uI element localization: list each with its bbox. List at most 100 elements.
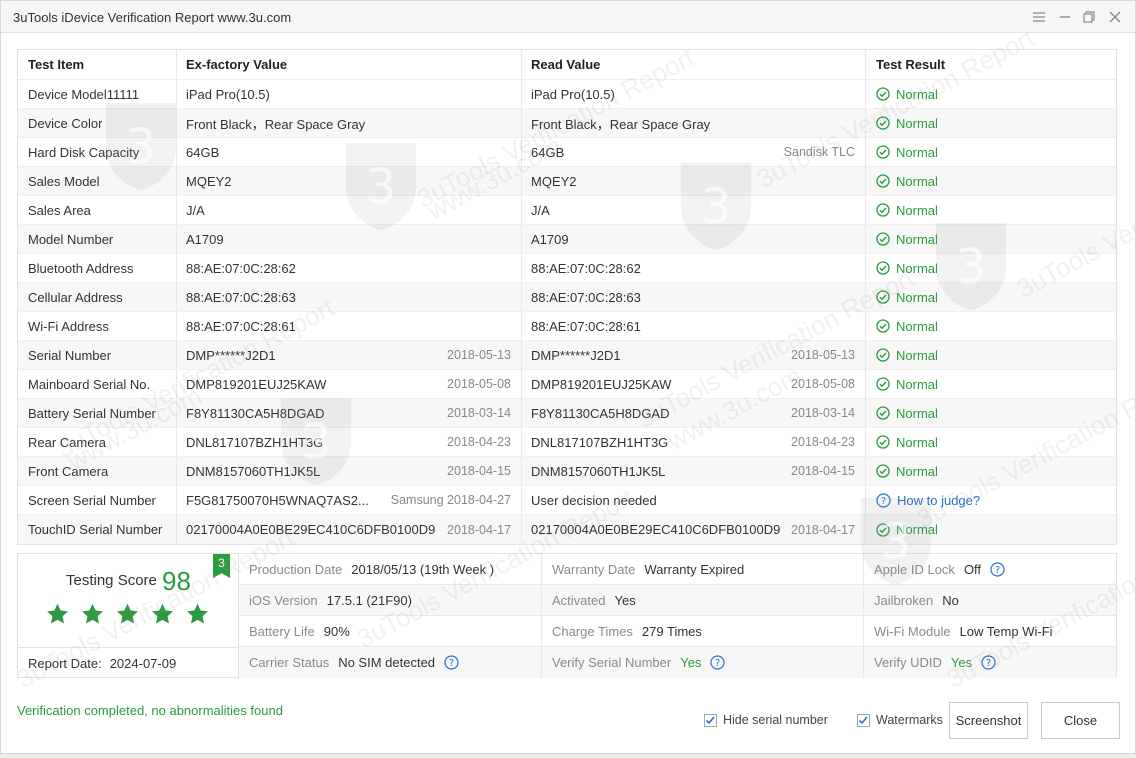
menu-icon[interactable] xyxy=(1029,7,1049,27)
result-label[interactable]: How to judge? xyxy=(897,493,980,508)
question-circle-icon[interactable]: ? xyxy=(876,492,891,508)
summary-label: Warranty Date xyxy=(552,561,636,577)
result-label: Normal xyxy=(896,86,938,102)
summary-value: Yes xyxy=(950,655,973,670)
check-circle-icon xyxy=(876,87,890,101)
read-value: MQEY2 xyxy=(531,173,577,189)
summary-cell: Warranty Date Warranty Expired xyxy=(542,554,864,584)
read-value-date: 2018-05-08 xyxy=(791,377,855,391)
ex-factory-cell: 88:AE:07:0C:28:61 xyxy=(177,312,522,340)
report-date: Report Date: 2024-07-09 xyxy=(18,648,239,679)
summary-row: iOS Version 17.5.1 (21F90) Activated Yes Jai… xyxy=(239,585,1116,616)
question-circle-icon[interactable]: ? xyxy=(444,655,459,670)
test-result-cell: Normal xyxy=(866,167,1116,195)
test-result-cell: Normal xyxy=(866,109,1116,137)
table-row: Wi-Fi Address 88:AE:07:0C:28:61 88:AE:07:0… xyxy=(18,312,1116,341)
check-circle-icon xyxy=(876,290,890,304)
test-result-cell: Normal xyxy=(866,515,1116,544)
watermarks-checkbox[interactable]: Watermarks xyxy=(857,713,943,727)
test-result-cell: Normal xyxy=(866,312,1116,340)
ex-factory-value: DNL817107BZH1HT3G xyxy=(186,434,324,450)
table-row: TouchID Serial Number 02170004A0E0BE29EC4… xyxy=(18,515,1116,544)
table-header-row: Test Item Ex-factory Value Read Value Te… xyxy=(18,50,1116,80)
status-message: Verification completed, no abnormalities… xyxy=(17,703,283,718)
read-value: 88:AE:07:0C:28:63 xyxy=(531,289,641,305)
minimize-icon[interactable] xyxy=(1055,7,1075,27)
ex-factory-value: 88:AE:07:0C:28:61 xyxy=(186,318,296,334)
ex-factory-value: A1709 xyxy=(186,231,224,247)
table-row: Screen Serial Number F5G81750070H5WNAQ7AS… xyxy=(18,486,1116,515)
summary-label: Wi-Fi Module xyxy=(874,623,951,639)
screenshot-button[interactable]: Screenshot xyxy=(949,702,1028,739)
question-circle-icon[interactable]: ? xyxy=(990,561,1005,577)
ex-factory-value: DMP******J2D1 xyxy=(186,347,276,363)
verification-table: Test Item Ex-factory Value Read Value Te… xyxy=(17,49,1117,545)
check-circle-icon xyxy=(876,435,890,449)
result-status: Normal xyxy=(876,319,938,334)
read-value: F8Y81130CA5H8DGAD xyxy=(531,405,670,421)
ex-factory-cell: DNL817107BZH1HT3G 2018-04-23 xyxy=(177,428,522,456)
table-row: Battery Serial Number F8Y81130CA5H8DGAD 20… xyxy=(18,399,1116,428)
summary-label: Verify UDID xyxy=(874,655,942,670)
result-label: Normal xyxy=(896,144,938,160)
result-status: Normal xyxy=(876,435,938,450)
read-value: DMP******J2D1 xyxy=(531,347,621,363)
ex-factory-cell: DMP819201EUJ25KAW 2018-05-08 xyxy=(177,370,522,398)
test-item: Screen Serial Number xyxy=(18,486,177,514)
result-label: Normal xyxy=(896,376,938,392)
result-label: Normal xyxy=(896,434,938,450)
star-icon xyxy=(47,603,68,624)
close-button[interactable]: Close xyxy=(1041,702,1120,739)
question-circle-icon[interactable]: ? xyxy=(981,655,996,670)
summary-row: Production Date 2018/05/13 (19th Week ) Wa… xyxy=(239,554,1116,585)
question-circle-icon[interactable]: ? xyxy=(710,655,726,670)
read-value-cell: Front Black，Rear Space Gray xyxy=(522,109,866,137)
summary-cell: iOS Version 17.5.1 (21F90) xyxy=(239,585,542,615)
summary-cell: Battery Life 90% xyxy=(239,616,542,646)
test-item: Model Number xyxy=(18,225,177,253)
ex-factory-cell: 88:AE:07:0C:28:62 xyxy=(177,254,522,282)
result-status: Normal xyxy=(876,464,938,479)
header-test-item: Test Item xyxy=(18,50,177,79)
read-value-cell: 02170004A0E0BE29EC410C6DFB0100D9 2018-04-… xyxy=(522,515,866,544)
result-status: Normal xyxy=(876,406,938,421)
close-icon[interactable] xyxy=(1105,7,1125,27)
read-value-cell: User decision needed xyxy=(522,486,866,514)
read-value: DMP819201EUJ25KAW xyxy=(531,376,672,392)
maximize-icon[interactable] xyxy=(1079,7,1099,27)
result-label: Normal xyxy=(896,231,938,247)
watermarks-label: Watermarks xyxy=(876,713,943,727)
ex-factory-value: Front Black，Rear Space Gray xyxy=(186,116,366,132)
result-label: Normal xyxy=(896,405,938,421)
report-date-value: 2024-07-09 xyxy=(109,656,177,671)
summary-value: No SIM detected xyxy=(338,655,436,670)
check-circle-icon xyxy=(876,261,890,275)
logo-badge: 3 xyxy=(213,554,230,578)
ex-factory-cell: A1709 xyxy=(177,225,522,253)
read-value-cell: F8Y81130CA5H8DGAD 2018-03-14 xyxy=(522,399,866,427)
how-to-judge-link[interactable]: ? How to judge? xyxy=(876,493,980,508)
check-circle-icon xyxy=(876,203,890,217)
test-item: Sales Area xyxy=(18,196,177,224)
test-item: Front Camera xyxy=(18,457,177,485)
ex-factory-date: 2018-04-15 xyxy=(447,464,511,478)
test-result-cell: Normal xyxy=(866,370,1116,398)
star-icon xyxy=(117,603,138,624)
ex-factory-cell: 88:AE:07:0C:28:63 xyxy=(177,283,522,311)
report-date-label: Report Date: xyxy=(28,656,102,671)
table-row: Front Camera DNM8157060TH1JK5L 2018-04-15 D… xyxy=(18,457,1116,486)
read-value-cell: MQEY2 xyxy=(522,167,866,195)
hide-serial-checkbox[interactable]: Hide serial number xyxy=(704,713,828,727)
read-value-cell: 88:AE:07:0C:28:62 xyxy=(522,254,866,282)
checkbox-box[interactable] xyxy=(704,713,717,727)
score-value: 98 xyxy=(162,566,191,596)
score-label: Testing Score xyxy=(66,572,157,589)
ex-factory-cell: MQEY2 xyxy=(177,167,522,195)
checkbox-box[interactable] xyxy=(857,713,870,727)
result-label: Normal xyxy=(896,463,938,479)
summary-value: 90% xyxy=(323,623,350,639)
ex-factory-value: F5G81750070H5WNAQ7AS2... xyxy=(186,492,369,508)
summary-cell: Production Date 2018/05/13 (19th Week ) xyxy=(239,554,542,584)
test-result-cell: Normal xyxy=(866,80,1116,108)
check-circle-icon xyxy=(876,116,890,130)
